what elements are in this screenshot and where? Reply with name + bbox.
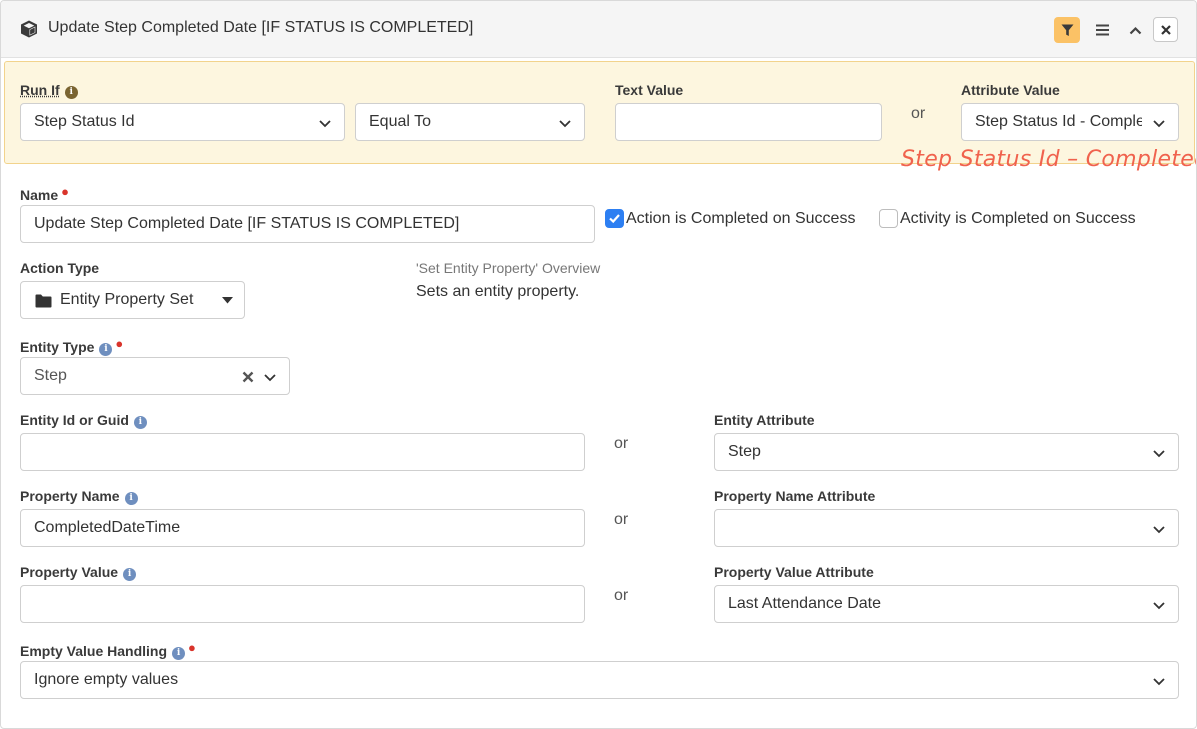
chevron-down-icon bbox=[264, 374, 276, 382]
panel-title: Update Step Completed Date [IF STATUS IS… bbox=[48, 19, 474, 36]
overview-title: 'Set Entity Property' Overview bbox=[416, 260, 601, 276]
menu-icon bbox=[1095, 24, 1109, 36]
check-icon bbox=[609, 214, 620, 224]
entity-type-select[interactable]: Step bbox=[20, 357, 290, 395]
property-name-attribute-label: Property Name Attribute bbox=[714, 488, 876, 504]
chevron-down-icon bbox=[1153, 526, 1165, 534]
name-input[interactable]: Update Step Completed Date [IF STATUS IS… bbox=[20, 205, 595, 243]
run-if-comparison-select[interactable]: Equal To bbox=[355, 103, 585, 141]
property-value-label: Property Value i bbox=[20, 564, 137, 581]
chevron-up-icon bbox=[1129, 26, 1141, 34]
cube-icon bbox=[21, 20, 37, 38]
close-icon bbox=[1160, 24, 1171, 35]
chevron-down-icon bbox=[319, 120, 331, 128]
folder-icon bbox=[35, 294, 52, 308]
panel-header: Update Step Completed Date [IF STATUS IS… bbox=[1, 1, 1196, 58]
action-completed-label[interactable]: Action is Completed on Success bbox=[626, 210, 855, 228]
property-value-attribute-label: Property Value Attribute bbox=[714, 564, 874, 580]
required-indicator: ● bbox=[115, 336, 124, 351]
info-icon[interactable]: i bbox=[99, 343, 113, 356]
property-value-input[interactable] bbox=[20, 585, 585, 623]
action-type-label: Action Type bbox=[20, 260, 100, 276]
property-value-attribute-select[interactable]: Last Attendance Date bbox=[714, 585, 1179, 623]
entity-attribute-label: Entity Attribute bbox=[714, 412, 815, 428]
property-name-input[interactable]: CompletedDateTime bbox=[20, 509, 585, 547]
caret-down-icon bbox=[222, 297, 233, 304]
action-completed-checkbox[interactable] bbox=[605, 209, 624, 228]
action-type-select[interactable]: Entity Property Set bbox=[20, 281, 245, 319]
chevron-down-icon bbox=[1153, 602, 1165, 610]
filter-button[interactable] bbox=[1054, 17, 1080, 43]
activity-completed-label[interactable]: Activity is Completed on Success bbox=[900, 210, 1136, 228]
or-separator: or bbox=[614, 435, 629, 452]
action-panel: Update Step Completed Date [IF STATUS IS… bbox=[0, 0, 1197, 729]
name-label: Name ● bbox=[20, 184, 69, 203]
property-name-attribute-select[interactable] bbox=[714, 509, 1179, 547]
required-indicator: ● bbox=[61, 184, 69, 199]
activity-completed-checkbox[interactable] bbox=[879, 209, 898, 228]
entity-id-input[interactable] bbox=[20, 433, 585, 471]
info-icon[interactable]: i bbox=[123, 568, 137, 581]
collapse-button[interactable] bbox=[1122, 17, 1148, 43]
text-value-input[interactable] bbox=[615, 103, 882, 141]
menu-button[interactable] bbox=[1089, 17, 1115, 43]
filter-icon bbox=[1061, 24, 1073, 36]
attribute-value-label: Attribute Value bbox=[961, 82, 1060, 98]
or-separator: or bbox=[911, 105, 926, 122]
empty-value-handling-label: Empty Value Handling i ● bbox=[20, 640, 196, 660]
overview-description: Sets an entity property. bbox=[416, 283, 580, 300]
entity-type-label: Entity Type i ● bbox=[20, 336, 124, 356]
run-if-label: Run If i bbox=[20, 82, 78, 99]
entity-attribute-select[interactable]: Step bbox=[714, 433, 1179, 471]
required-indicator: ● bbox=[188, 640, 196, 655]
chevron-down-icon bbox=[559, 120, 571, 128]
entity-id-label: Entity Id or Guid i bbox=[20, 412, 147, 429]
chevron-down-icon bbox=[1153, 678, 1165, 686]
info-icon[interactable]: i bbox=[172, 647, 186, 660]
text-value-label: Text Value bbox=[615, 82, 684, 98]
info-icon[interactable]: i bbox=[64, 86, 78, 99]
info-icon[interactable]: i bbox=[133, 416, 147, 429]
run-if-field-select[interactable]: Step Status Id bbox=[20, 103, 345, 141]
clear-icon[interactable] bbox=[242, 371, 254, 383]
empty-value-handling-select[interactable]: Ignore empty values bbox=[20, 661, 1179, 699]
chevron-down-icon bbox=[1153, 120, 1165, 128]
or-separator: or bbox=[614, 587, 629, 604]
info-icon[interactable]: i bbox=[124, 492, 138, 505]
close-button[interactable] bbox=[1153, 17, 1178, 42]
annotation-text: Step Status Id – Completed bbox=[901, 147, 1197, 172]
attribute-value-select[interactable]: Step Status Id - Completed bbox=[961, 103, 1179, 141]
chevron-down-icon bbox=[1153, 450, 1165, 458]
property-name-label: Property Name i bbox=[20, 488, 138, 505]
or-separator: or bbox=[614, 511, 629, 528]
